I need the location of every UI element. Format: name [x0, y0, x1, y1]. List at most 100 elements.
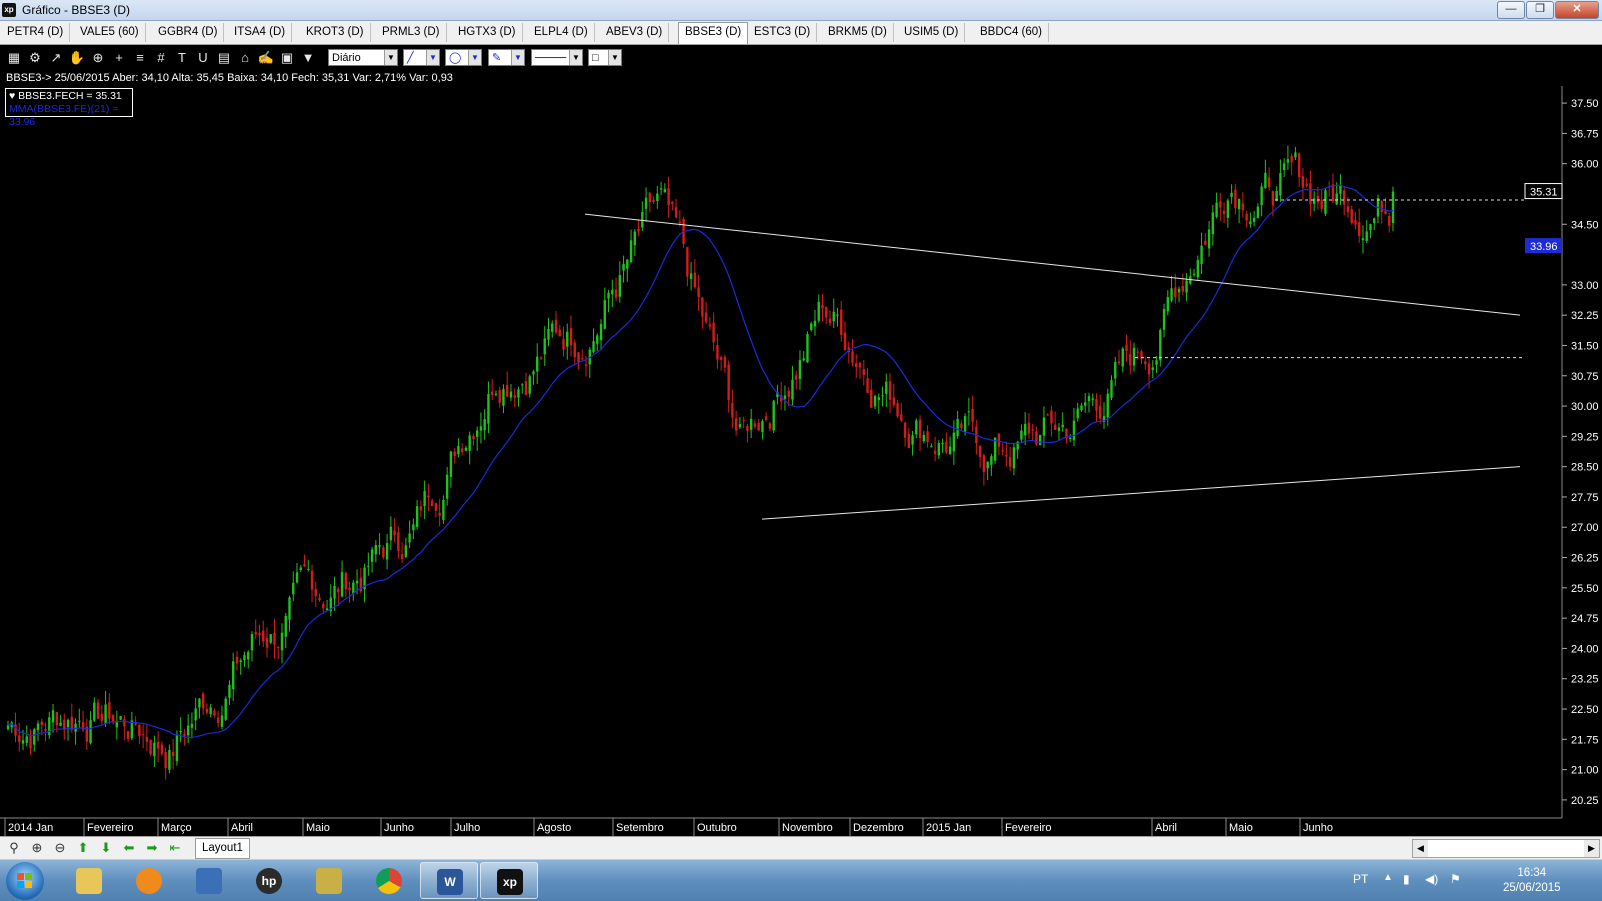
language-indicator[interactable]: PT [1353, 872, 1368, 886]
y-tick-label: 20.25 [1571, 795, 1599, 807]
pen-tool-select[interactable]: ✎ ▼ [488, 49, 525, 66]
candle-body [562, 338, 565, 350]
taskbar-network[interactable] [180, 862, 238, 899]
tab-usim5[interactable]: USIM5 (D) [898, 23, 966, 42]
tab-itsa4[interactable]: ITSA4 (D) [228, 23, 293, 42]
candle-body [1192, 273, 1196, 275]
candle-body [25, 736, 28, 743]
layout-tab[interactable]: Layout1 [195, 838, 250, 859]
zoom-icon[interactable]: ⚲ [5, 839, 23, 857]
x-tick-label: Junho [1303, 822, 1333, 834]
candle-body [783, 395, 787, 399]
taskbar-tools[interactable] [300, 862, 358, 899]
lock-icon[interactable]: ▣ [278, 49, 296, 67]
candle-body [397, 532, 400, 551]
candle-body [697, 287, 700, 298]
tab-hgtx3[interactable]: HGTX3 (D) [452, 23, 523, 42]
candle-body [633, 231, 637, 246]
window-titlebar: xp Gráfico - BBSE3 (D) — ❐ ✕ [0, 0, 1602, 21]
gear-icon[interactable]: ⚙ [26, 49, 44, 67]
arrow-up-icon[interactable]: ⬆ [74, 839, 92, 857]
hand-icon[interactable]: ✋ [68, 49, 86, 67]
color-select[interactable]: □ ▼ [588, 49, 622, 66]
filter-icon[interactable]: ▼ [299, 49, 317, 67]
u-icon[interactable]: ⌂ [236, 49, 254, 67]
tab-petr4[interactable]: PETR4 (D) [1, 23, 71, 42]
period-select[interactable]: Diário ▼ [328, 49, 398, 66]
tab-estc3[interactable]: ESTC3 (D) [748, 23, 818, 42]
minimize-button[interactable]: — [1497, 1, 1525, 19]
tab-vale5[interactable]: VALE5 (60) [74, 23, 146, 42]
candle-body [1297, 153, 1301, 178]
last-price-box [1524, 183, 1563, 200]
tray-expand-icon[interactable]: ▲ [1383, 872, 1393, 883]
taskbar-clock[interactable]: 16:34 25/06/2015 [1503, 866, 1561, 896]
fibonacci-icon[interactable]: ≡ [131, 49, 149, 67]
line-tool-icon[interactable]: ↗ [47, 49, 65, 67]
taskbar-hp[interactable]: hp [240, 862, 298, 899]
candle-body [761, 421, 764, 433]
calculator-icon[interactable]: ▤ [215, 49, 233, 67]
candle-body [295, 572, 299, 583]
candle-body [1080, 405, 1083, 411]
tab-ggbr4[interactable]: GGBR4 (D) [152, 23, 225, 42]
maximize-button[interactable]: ❐ [1526, 1, 1554, 19]
line-width-select[interactable]: ──── ▼ [531, 49, 583, 66]
flag-icon[interactable]: ⚑ [1450, 872, 1461, 886]
arrow-first-icon[interactable]: ⇤ [166, 839, 184, 857]
text-icon[interactable]: T [173, 49, 191, 67]
taskbar-word[interactable]: W [420, 862, 478, 899]
candle-body [731, 402, 734, 418]
candle-body [708, 324, 712, 327]
candle-body [1219, 201, 1222, 208]
close-button[interactable]: ✕ [1555, 1, 1599, 19]
taskbar-xp[interactable]: xp [480, 862, 538, 899]
brush-icon[interactable]: ✍ [257, 49, 275, 67]
tab-bbdc4[interactable]: BBDC4 (60) [974, 23, 1049, 42]
line-style-select[interactable]: ╱ ▼ [403, 49, 440, 66]
horizontal-scrollbar[interactable]: ◀ ▶ [1412, 839, 1600, 858]
candle-body [453, 451, 456, 456]
candle-body [614, 289, 618, 298]
zoom-out-icon[interactable]: ⊖ [51, 839, 69, 857]
candle-body [190, 723, 194, 728]
x-tick-label: Dezembro [853, 822, 904, 834]
candle-body [937, 443, 941, 456]
signal-icon[interactable]: ▮ [1403, 872, 1410, 886]
candle-body [194, 708, 197, 721]
tab-prml3[interactable]: PRML3 (D) [376, 23, 447, 42]
grid-icon[interactable]: # [152, 49, 170, 67]
candle-body [686, 247, 689, 277]
tab-brkm5[interactable]: BRKM5 (D) [822, 23, 894, 42]
candle-body [288, 597, 291, 620]
magnet-icon[interactable]: U [194, 49, 212, 67]
arrow-right-icon[interactable]: ➡ [143, 839, 161, 857]
crosshair-cursor-icon[interactable]: ⊕ [89, 49, 107, 67]
chart-icon[interactable]: ▦ [5, 49, 23, 67]
tab-elpl4[interactable]: ELPL4 (D) [528, 23, 595, 42]
candle-body [532, 371, 535, 375]
taskbar-explorer[interactable] [60, 862, 118, 899]
zoom-in-icon[interactable]: ⊕ [28, 839, 46, 857]
candle-body [329, 597, 332, 612]
tab-abev3[interactable]: ABEV3 (D) [600, 23, 670, 42]
scroll-right-icon[interactable]: ▶ [1584, 840, 1599, 857]
tab-bbse3[interactable]: BBSE3 (D) [678, 22, 749, 44]
scroll-left-icon[interactable]: ◀ [1413, 840, 1428, 857]
price-chart[interactable]: 37.50 36.75 36.00 34.50 33.00 32.25 31.50 30.75… [0, 46, 1602, 838]
arrow-down-icon[interactable]: ⬇ [97, 839, 115, 857]
candle-body [506, 384, 509, 397]
tab-krot3[interactable]: KROT3 (D) [300, 23, 371, 42]
plus-cursor-icon[interactable]: + [110, 49, 128, 67]
volume-icon[interactable]: ◀) [1425, 872, 1438, 886]
taskbar-media-player[interactable] [120, 862, 178, 899]
candle-body [990, 456, 993, 465]
candle-body [490, 391, 494, 396]
candle-body [524, 381, 528, 395]
candle-body [810, 323, 813, 331]
ellipse-tool-select[interactable]: ◯ ▼ [445, 49, 482, 66]
candle-body [945, 441, 948, 453]
arrow-left-icon[interactable]: ⬅ [120, 839, 138, 857]
start-button[interactable] [6, 862, 44, 900]
taskbar-chrome[interactable] [360, 862, 418, 899]
